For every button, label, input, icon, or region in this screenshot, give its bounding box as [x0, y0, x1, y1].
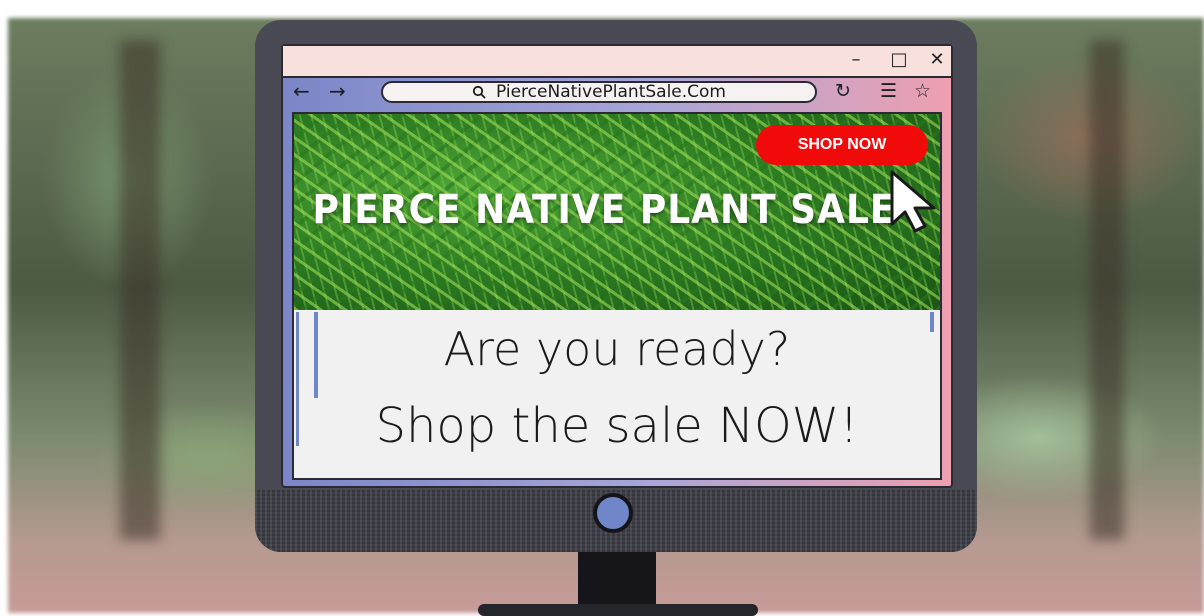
tagline-question: Are you ready?: [443, 322, 791, 376]
shop-now-button[interactable]: SHOP NOW: [756, 125, 928, 165]
background-pillar: [1090, 40, 1124, 540]
close-icon[interactable]: ✕: [924, 48, 950, 72]
url-text: PierceNativePlantSale.Com: [496, 82, 726, 102]
power-button[interactable]: [593, 493, 633, 533]
search-icon: [472, 85, 486, 99]
hero-title: PIERCE NATIVE PLANT SALE: [312, 187, 896, 233]
monitor-stand-base: [478, 604, 758, 616]
browser-window: – □ ✕ ← → PierceNativePlantSale.Com ↻ ☰ …: [281, 44, 953, 488]
arrow-left-icon[interactable]: ←: [293, 79, 310, 103]
minimize-icon[interactable]: –: [843, 48, 869, 72]
arrow-right-icon[interactable]: →: [329, 79, 346, 103]
page-content: PIERCE NATIVE PLANT SALE SHOP NOW Are yo…: [292, 112, 942, 480]
url-bar[interactable]: PierceNativePlantSale.Com: [381, 81, 817, 103]
maximize-icon[interactable]: □: [886, 48, 912, 72]
background-pillar: [120, 40, 160, 540]
hero-banner: PIERCE NATIVE PLANT SALE SHOP NOW: [294, 114, 940, 310]
title-bar: – □ ✕: [283, 46, 951, 78]
hamburger-menu-icon[interactable]: ☰: [880, 79, 897, 103]
star-icon[interactable]: ☆: [914, 79, 931, 103]
pointer-cursor-icon: [890, 170, 936, 233]
reload-icon[interactable]: ↻: [835, 79, 851, 103]
tagline-cta: Shop the sale NOW!: [375, 398, 859, 454]
